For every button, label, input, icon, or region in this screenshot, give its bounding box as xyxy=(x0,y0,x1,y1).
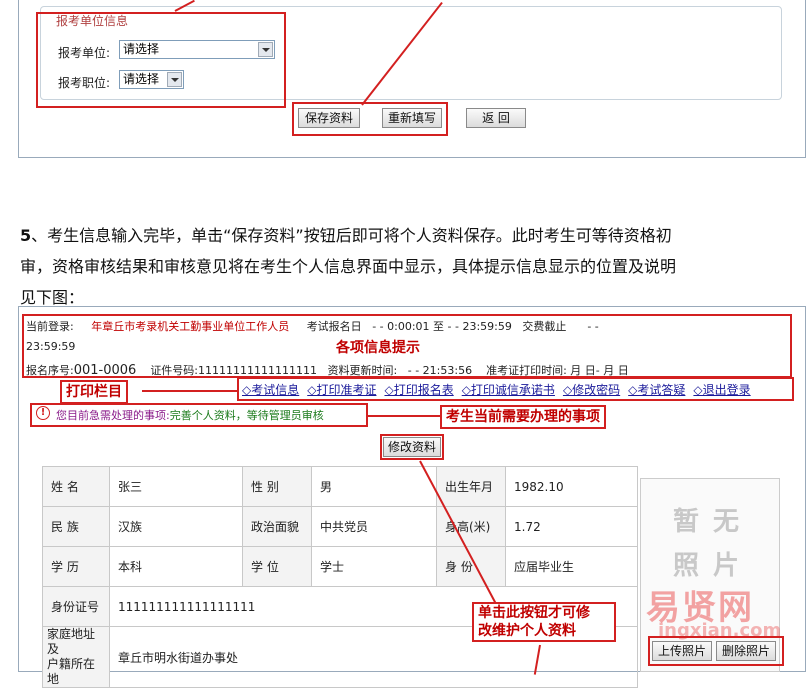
address-label-line: 家庭地址及 xyxy=(47,627,96,656)
height-value: 1.72 xyxy=(505,506,638,547)
nav-logout[interactable]: ◇退出登录 xyxy=(693,381,750,398)
birth-label: 出生年月 xyxy=(436,466,506,507)
pointer-line xyxy=(142,390,238,392)
table-row: 姓 名 张三 性 别 男 出生年月 1982.10 xyxy=(42,466,638,507)
table-row: 民 族 汉族 政治面貌 中共党员 身高(米) 1.72 xyxy=(42,506,638,547)
pointer-line xyxy=(368,415,440,417)
birth-value: 1982.10 xyxy=(505,466,638,507)
name-label: 姓 名 xyxy=(42,466,110,507)
back-button[interactable]: 返 回 xyxy=(466,108,526,128)
nav-exam-info[interactable]: ◇考试信息 xyxy=(242,381,299,398)
table-row: 学 历 本科 学 位 学士 身 份 应届毕业生 xyxy=(42,546,638,587)
unit-info-highlight xyxy=(36,12,286,108)
notice-text: 您目前急需处理的事项:完善个人资料，等待管理员审核 xyxy=(56,407,324,423)
edit-hint-line: 改维护个人资料 xyxy=(478,623,576,639)
gender-value: 男 xyxy=(311,466,437,507)
buttons-highlight xyxy=(292,102,448,136)
print-bar-annotation: 打印栏目 xyxy=(60,380,128,404)
gender-label: 性 别 xyxy=(242,466,312,507)
edit-hint-annotation: 单击此按钮才可修 改维护个人资料 xyxy=(478,604,590,640)
paragraph-line: 、考生信息输入完毕，单击“保存资料”按钮后即可将个人资料保存。此时考生可等待资格… xyxy=(31,226,672,245)
edit-hint-line: 单击此按钮才可修 xyxy=(478,605,590,621)
todo-annotation: 考生当前需要办理的事项 xyxy=(440,405,606,429)
paragraph-line: 审，资格审核结果和审核意见将在考生个人信息界面中显示，具体提示信息显示的位置及说… xyxy=(20,257,677,276)
status-value: 应届毕业生 xyxy=(505,546,638,587)
nav-print-form[interactable]: ◇打印报名表 xyxy=(384,381,453,398)
profile-table: 姓 名 张三 性 别 男 出生年月 1982.10 民 族 汉族 政治面貌 中共… xyxy=(42,466,638,688)
nav-print-pledge[interactable]: ◇打印诚信承诺书 xyxy=(462,381,555,398)
politics-label: 政治面貌 xyxy=(242,506,312,547)
alert-icon: ! xyxy=(36,406,50,420)
address-label: 家庭地址及 户籍所在地 xyxy=(42,626,110,688)
upload-photo-button[interactable]: 上传照片 xyxy=(652,641,712,661)
politics-value: 中共党员 xyxy=(311,506,437,547)
info-hint-annotation: 各项信息提示 xyxy=(336,340,420,356)
step-number: 5 xyxy=(20,226,32,245)
address-label-line: 户籍所在地 xyxy=(47,657,96,686)
nav-links: ◇考试信息 ◇打印准考证 ◇打印报名表 ◇打印诚信承诺书 ◇修改密码 ◇考试答疑… xyxy=(242,381,792,398)
idno-label: 身份证号 xyxy=(42,586,110,627)
nav-faq[interactable]: ◇考试答疑 xyxy=(628,381,685,398)
degree-value: 学士 xyxy=(311,546,437,587)
notice-prefix: 您目前急需处理的事项: xyxy=(56,409,170,422)
delete-photo-button[interactable]: 删除照片 xyxy=(716,641,776,661)
ethnic-value: 汉族 xyxy=(109,506,243,547)
edu-value: 本科 xyxy=(109,546,243,587)
instruction-paragraph: 5、考生信息输入完毕，单击“保存资料”按钮后即可将个人资料保存。此时考生可等待资… xyxy=(20,220,804,313)
edit-profile-button[interactable]: 修改资料 xyxy=(383,437,441,457)
no-photo-line: 暂无 xyxy=(672,507,753,537)
no-photo-text: 暂无 照片 xyxy=(658,500,768,588)
degree-label: 学 位 xyxy=(242,546,312,587)
status-label: 身 份 xyxy=(436,546,506,587)
ethnic-label: 民 族 xyxy=(42,506,110,547)
nav-change-password[interactable]: ◇修改密码 xyxy=(563,381,620,398)
notice-content: 完善个人资料，等待管理员审核 xyxy=(169,409,324,422)
nav-print-admission[interactable]: ◇打印准考证 xyxy=(307,381,376,398)
name-value: 张三 xyxy=(109,466,243,507)
edu-label: 学 历 xyxy=(42,546,110,587)
